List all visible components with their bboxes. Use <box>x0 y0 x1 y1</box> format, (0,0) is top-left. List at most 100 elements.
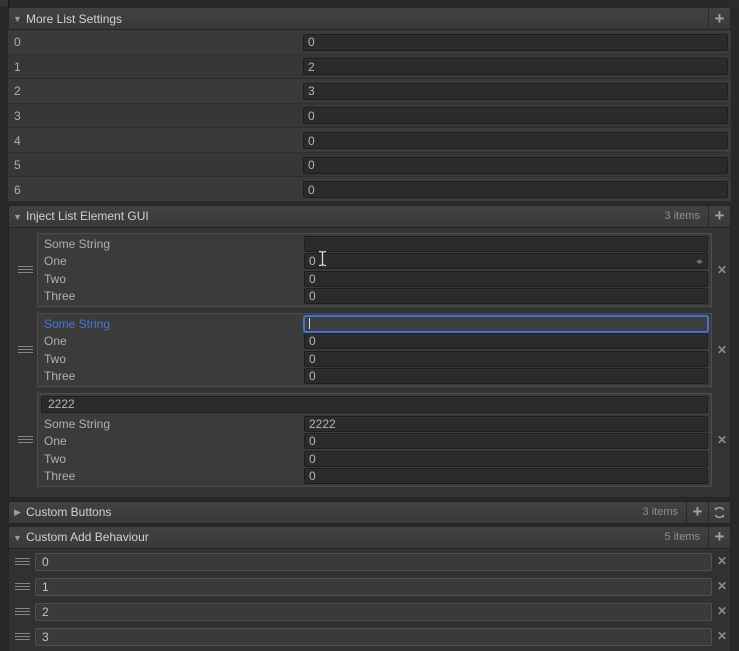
field-row: Some String 2222 <box>41 415 708 433</box>
plus-icon: + <box>692 502 703 522</box>
field-label: Two <box>44 451 67 466</box>
more-list-rows: 0 0 1 2 2 3 3 0 4 0 5 0 6 0 <box>8 30 731 202</box>
row-label: 0 <box>14 35 21 50</box>
field-value: 0 <box>309 254 316 269</box>
list-element: Some String One 0 ◂▸ Two 0 Three 0 ✕ <box>18 232 727 307</box>
section-title: More List Settings <box>26 11 123 26</box>
field-value: 0 <box>309 434 316 449</box>
foldout-open-icon[interactable]: ▼ <box>9 211 26 222</box>
previous-content-divider <box>8 0 10 7</box>
one-field[interactable]: 0 <box>304 433 708 450</box>
three-field[interactable]: 0 <box>304 468 708 485</box>
field-row: One 0 <box>41 432 708 450</box>
plus-icon: + <box>714 206 725 226</box>
foldout-open-icon[interactable]: ▼ <box>9 13 26 24</box>
value-field[interactable]: 0 <box>303 181 728 199</box>
field-row: Two 0 <box>41 270 708 288</box>
previous-content-corner <box>0 0 8 6</box>
value-field[interactable]: 0 <box>35 552 712 571</box>
list-row: 1 ✕ <box>9 577 730 596</box>
remove-element-button[interactable]: ✕ <box>717 433 727 447</box>
previous-content-edge <box>0 0 739 7</box>
list-row: 1 2 <box>8 54 731 80</box>
list-row: 4 0 <box>8 128 731 153</box>
list-element-selected: Some String One 0 Two 0 Three 0 ✕ <box>18 312 727 387</box>
value-field[interactable]: 3 <box>35 627 712 646</box>
drag-handle-icon[interactable] <box>15 582 30 591</box>
value-field[interactable]: 3 <box>303 82 728 100</box>
three-field[interactable]: 0 <box>304 288 708 305</box>
field-value: 0 <box>308 158 315 173</box>
field-value: 0 <box>42 554 49 569</box>
some-string-field[interactable] <box>304 235 708 252</box>
value-field[interactable]: 2 <box>303 58 728 76</box>
field-label: One <box>44 334 67 349</box>
refresh-button[interactable] <box>708 501 730 523</box>
value-field[interactable]: 0 <box>303 156 728 174</box>
drag-handle-icon[interactable] <box>15 557 30 566</box>
three-field[interactable]: 0 <box>304 368 708 385</box>
drag-handle-icon[interactable] <box>15 632 30 641</box>
list-row: 3 0 <box>8 103 731 129</box>
field-row: Three 0 <box>41 467 708 485</box>
field-label: Three <box>44 289 76 304</box>
value-field[interactable]: 2 <box>35 602 712 621</box>
value-field[interactable]: 0 <box>303 107 728 125</box>
section-header-more-list-settings[interactable]: ▼ More List Settings + <box>8 7 731 30</box>
section-title: Custom Add Behaviour <box>26 530 149 545</box>
field-label-selected: Some String <box>44 316 111 331</box>
value-drag-arrows-icon: ◂▸ <box>695 255 703 266</box>
field-label: Some String <box>44 416 111 431</box>
items-count: 3 items <box>664 210 700 223</box>
field-value: 3 <box>42 629 49 644</box>
foldout-open-icon[interactable]: ▼ <box>9 532 26 543</box>
remove-element-button[interactable]: ✕ <box>717 554 727 568</box>
two-field[interactable]: 0 <box>304 270 708 287</box>
two-field[interactable]: 0 <box>304 350 708 367</box>
some-string-field-focused[interactable] <box>304 315 708 332</box>
some-string-field[interactable]: 2222 <box>304 415 708 432</box>
section-header-custom-buttons[interactable]: ▶ Custom Buttons 3 items + <box>8 500 731 524</box>
refresh-icon <box>714 506 725 519</box>
section-header-custom-add-behaviour[interactable]: ▼ Custom Add Behaviour 5 items + <box>8 525 731 549</box>
add-item-button[interactable]: + <box>708 205 730 227</box>
section-title: Custom Buttons <box>26 505 112 520</box>
list-row: 0 0 <box>8 30 731 55</box>
value-field[interactable]: 1 <box>35 577 712 596</box>
element-header-field[interactable]: 2222 <box>41 395 708 413</box>
drag-handle-icon[interactable] <box>18 435 33 444</box>
field-value: 0 <box>309 469 316 484</box>
add-item-button[interactable]: + <box>686 501 708 523</box>
drag-handle-icon[interactable] <box>18 345 33 354</box>
list-row: 0 ✕ <box>9 552 730 571</box>
plus-icon: + <box>714 8 725 28</box>
add-item-button[interactable]: + <box>708 526 730 548</box>
value-field[interactable]: 0 <box>303 33 728 51</box>
one-field[interactable]: 0 ◂▸ <box>304 253 708 270</box>
remove-element-button[interactable]: ✕ <box>717 579 727 593</box>
remove-element-button[interactable]: ✕ <box>717 343 727 357</box>
field-value: 0 <box>309 271 316 286</box>
remove-element-button[interactable]: ✕ <box>717 629 727 643</box>
inject-list-body: Some String One 0 ◂▸ Two 0 Three 0 ✕ Som… <box>8 227 731 498</box>
foldout-closed-icon[interactable]: ▶ <box>9 506 26 518</box>
section-header-inject-list[interactable]: ▼ Inject List Element GUI 3 items + <box>8 204 731 228</box>
two-field[interactable]: 0 <box>304 450 708 467</box>
header-buttons: 3 items + <box>643 501 730 523</box>
field-value: 2 <box>308 59 315 74</box>
remove-element-button[interactable]: ✕ <box>717 263 727 277</box>
list-row: 3 ✕ <box>9 627 730 646</box>
field-value: 0 <box>308 35 315 50</box>
drag-handle-icon[interactable] <box>15 607 30 616</box>
value-field[interactable]: 0 <box>303 132 728 150</box>
row-label: 6 <box>14 182 21 197</box>
element-box: 2222 Some String 2222 One 0 Two 0 Three <box>37 392 712 487</box>
drag-handle-icon[interactable] <box>18 265 33 274</box>
row-label: 4 <box>14 133 21 148</box>
list-element: 2222 Some String 2222 One 0 Two 0 Three <box>18 392 727 487</box>
field-row: Three 0 <box>41 367 708 385</box>
remove-element-button[interactable]: ✕ <box>717 604 727 618</box>
add-item-button[interactable]: + <box>708 8 730 29</box>
field-value: 0 <box>308 108 315 123</box>
one-field[interactable]: 0 <box>304 333 708 350</box>
